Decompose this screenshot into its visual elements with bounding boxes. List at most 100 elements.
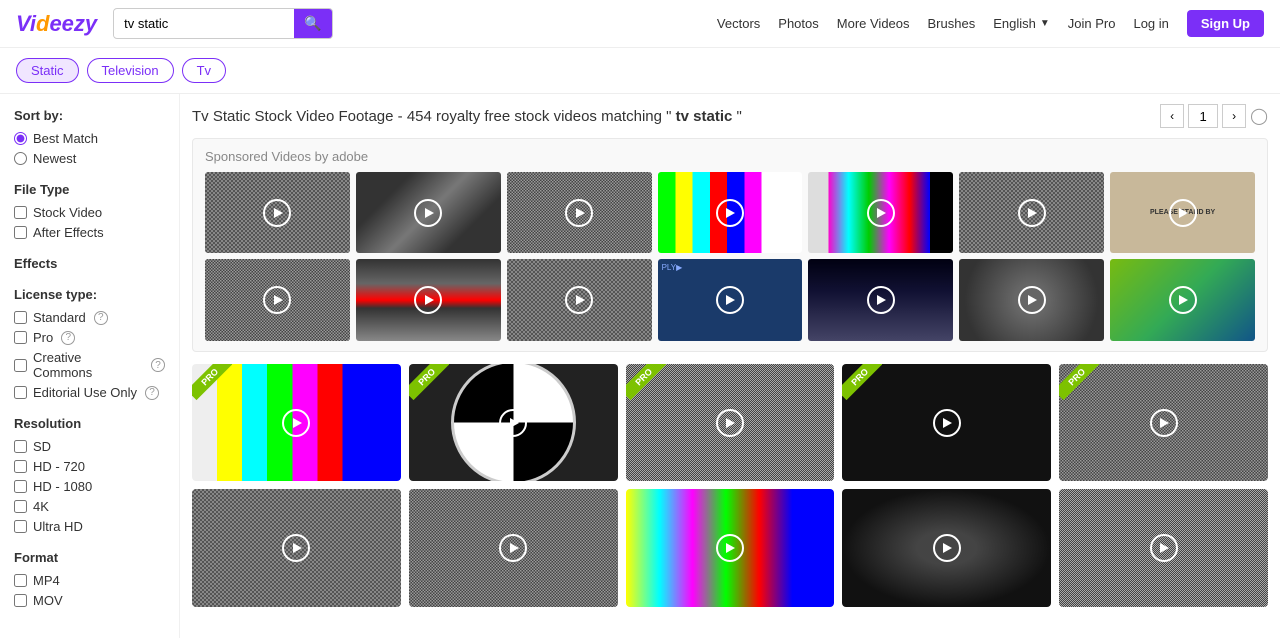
sponsored-thumb-7[interactable]: PLEASE STAND BY [1110, 172, 1255, 253]
nav-more-videos[interactable]: More Videos [837, 16, 910, 31]
sponsored-thumb-5[interactable] [808, 172, 953, 253]
tag-static[interactable]: Static [16, 58, 79, 83]
main-thumb-2[interactable] [409, 364, 618, 481]
search-input[interactable] [114, 10, 294, 37]
pro-help-icon[interactable]: ? [61, 331, 75, 345]
bottom-thumb-2[interactable] [409, 489, 618, 606]
language-label: English [993, 16, 1036, 31]
play-icon-7 [1169, 199, 1197, 227]
file-type-label: File Type [14, 182, 165, 197]
results-count: - 454 royalty free stock videos matching… [398, 108, 742, 125]
sponsored-thumb-9[interactable] [356, 259, 501, 340]
sponsored-thumb-2[interactable] [356, 172, 501, 253]
play-icon-10 [565, 286, 593, 314]
settings-icon[interactable]: ◯ [1250, 106, 1268, 126]
sponsored-thumb-10[interactable] [507, 259, 652, 340]
sort-section: Sort by: Best Match Newest [14, 108, 165, 166]
filter-ultrahd[interactable]: Ultra HD [14, 519, 165, 534]
main-grid-1 [192, 364, 1268, 481]
sponsored-thumb-4[interactable] [658, 172, 803, 253]
language-selector[interactable]: English ▼ [993, 16, 1050, 31]
play-icon-1 [263, 199, 291, 227]
bottom-play-2 [499, 534, 527, 562]
nav-photos[interactable]: Photos [778, 16, 818, 31]
main-thumb-5[interactable] [1059, 364, 1268, 481]
login-link[interactable]: Log in [1133, 16, 1168, 31]
tag-tv[interactable]: Tv [182, 58, 226, 83]
bottom-thumb-3[interactable] [626, 489, 835, 606]
filter-stock-video[interactable]: Stock Video [14, 205, 165, 220]
sort-best-match[interactable]: Best Match [14, 131, 165, 146]
filter-mp4[interactable]: MP4 [14, 573, 165, 588]
play-icon-14 [1169, 286, 1197, 314]
filter-mov[interactable]: MOV [14, 593, 165, 608]
standard-help-icon[interactable]: ? [94, 311, 108, 325]
sponsored-thumb-14[interactable] [1110, 259, 1255, 340]
filter-editorial[interactable]: Editorial Use Only ? [14, 385, 165, 400]
pagination: ‹ › ◯ [1160, 104, 1268, 128]
main-layout: Sort by: Best Match Newest File Type Sto… [0, 94, 1280, 638]
bottom-thumb-5[interactable] [1059, 489, 1268, 606]
main-play-5 [1150, 409, 1178, 437]
nav-links: Vectors Photos More Videos Brushes Engli… [717, 10, 1264, 37]
sort-newest[interactable]: Newest [14, 151, 165, 166]
sponsored-row-2: PLY▶ [205, 259, 1255, 340]
search-button[interactable]: 🔍 [294, 9, 331, 38]
header: Videezy 🔍 Vectors Photos More Videos Bru… [0, 0, 1280, 48]
tags-bar: Static Television Tv [0, 48, 1280, 94]
play-icon-9 [414, 286, 442, 314]
sponsored-thumb-8[interactable] [205, 259, 350, 340]
sponsored-thumb-3[interactable] [507, 172, 652, 253]
format-label: Format [14, 550, 165, 565]
pro-badge-1 [192, 364, 232, 404]
next-page-button[interactable]: › [1222, 104, 1246, 128]
filter-standard[interactable]: Standard ? [14, 310, 165, 325]
play-icon-11 [716, 286, 744, 314]
sponsored-thumb-1[interactable] [205, 172, 350, 253]
filter-pro[interactable]: Pro ? [14, 330, 165, 345]
cc-help-icon[interactable]: ? [151, 358, 165, 372]
nav-brushes[interactable]: Brushes [928, 16, 976, 31]
filter-hd1080[interactable]: HD - 1080 [14, 479, 165, 494]
play-icon-2 [414, 199, 442, 227]
main-thumb-1[interactable] [192, 364, 401, 481]
filter-sd[interactable]: SD [14, 439, 165, 454]
main-play-3 [716, 409, 744, 437]
sponsored-thumb-13[interactable] [959, 259, 1104, 340]
filter-creative-commons[interactable]: Creative Commons ? [14, 350, 165, 380]
pro-badge-3 [626, 364, 666, 404]
sponsored-thumb-11[interactable]: PLY▶ [658, 259, 803, 340]
results-title: Tv Static Stock Video Footage - 454 roya… [192, 108, 742, 125]
nav-vectors[interactable]: Vectors [717, 16, 760, 31]
filter-4k[interactable]: 4K [14, 499, 165, 514]
sponsored-thumb-12[interactable] [808, 259, 953, 340]
main-play-1 [282, 409, 310, 437]
sort-label: Sort by: [14, 108, 165, 123]
license-section: License type: Standard ? Pro ? Creative … [14, 287, 165, 400]
signup-button[interactable]: Sign Up [1187, 10, 1264, 37]
bottom-play-1 [282, 534, 310, 562]
results-header: Tv Static Stock Video Footage - 454 roya… [192, 104, 1268, 128]
bottom-play-3 [716, 534, 744, 562]
format-section: Format MP4 MOV [14, 550, 165, 608]
content-area: Tv Static Stock Video Footage - 454 roya… [180, 94, 1280, 638]
play-icon-6 [1018, 199, 1046, 227]
pro-badge-4 [842, 364, 882, 404]
main-thumb-4[interactable] [842, 364, 1051, 481]
filter-after-effects[interactable]: After Effects [14, 225, 165, 240]
file-type-section: File Type Stock Video After Effects [14, 182, 165, 240]
page-number-input[interactable] [1188, 104, 1218, 128]
sponsored-label: Sponsored Videos by adobe [205, 149, 1255, 164]
bottom-thumb-1[interactable] [192, 489, 401, 606]
bottom-thumb-4[interactable] [842, 489, 1051, 606]
main-thumb-3[interactable] [626, 364, 835, 481]
editorial-help-icon[interactable]: ? [145, 386, 159, 400]
sponsored-thumb-6[interactable] [959, 172, 1104, 253]
license-label: License type: [14, 287, 165, 302]
logo[interactable]: Videezy [16, 11, 97, 37]
filter-hd720[interactable]: HD - 720 [14, 459, 165, 474]
tag-television[interactable]: Television [87, 58, 174, 83]
prev-page-button[interactable]: ‹ [1160, 104, 1184, 128]
results-title-text: Tv Static Stock Video Footage [192, 108, 394, 125]
join-pro-link[interactable]: Join Pro [1068, 16, 1116, 31]
